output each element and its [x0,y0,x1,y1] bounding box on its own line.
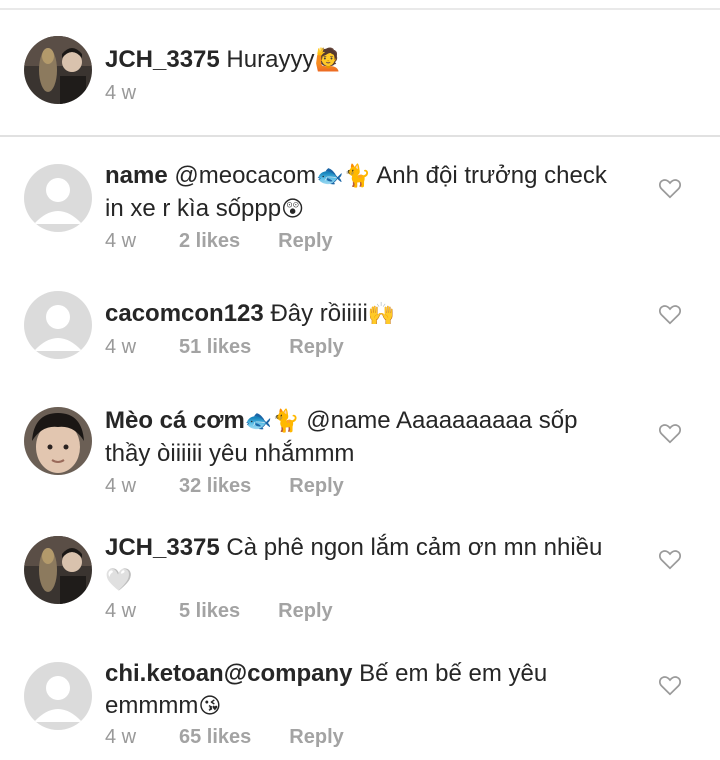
caption-username[interactable]: JCH_3375 [105,46,220,73]
comment-meta: 4 w 5 likes Reply [105,600,333,623]
reply-button[interactable]: Reply [289,726,343,749]
fish-cat-emoji: 🐟🐈 [244,409,300,434]
caption-message: Hurayyy [226,46,315,73]
comment-meta: 4 w 2 likes Reply [105,230,333,253]
reply-button[interactable]: Reply [289,475,343,498]
avatar[interactable] [24,536,92,604]
comment-username[interactable]: Mèo cá cơm [105,407,245,434]
heart-outline-icon[interactable] [657,546,683,572]
astonished-face-emoji: 😲 [281,197,305,222]
comment-meta: 4 w 32 likes Reply [105,475,344,498]
heart-outline-icon[interactable] [657,672,683,698]
reply-button[interactable]: Reply [278,230,332,253]
likes-count[interactable]: 51 likes [179,336,251,359]
likes-count[interactable]: 5 likes [179,600,240,623]
comment-username[interactable]: name [105,162,168,189]
comment-username[interactable]: cacomcon123 [105,300,264,327]
comment-meta: 4 w 51 likes Reply [105,336,344,359]
comment-text: JCH_3375 Cà phê ngon lắm cảm ơn mn nhiều… [105,532,625,597]
caption-divider [0,135,720,137]
comment-text: name @meocacom🐟🐈 Anh đội trưởng check in… [105,160,625,226]
heart-outline-icon[interactable] [657,175,683,201]
heart-outline-icon[interactable] [657,301,683,327]
fish-cat-emoji: 🐟🐈 [316,164,371,189]
comment-text: Mèo cá cơm🐟🐈 @name Aaaaaaaaaa sốp thầy ò… [105,405,625,470]
default-avatar-icon[interactable] [24,662,92,730]
comment-time: 4 w [105,336,137,358]
comment-text: cacomcon123 Đây rồiiiii🙌 [105,298,625,331]
raising-hands-emoji: 🙌 [367,302,396,327]
comment-time: 4 w [105,475,137,497]
comment-username[interactable]: JCH_3375 [105,534,220,561]
comment-time: 4 w [105,230,137,252]
comment-text: chi.ketoan@company Bế em bế em yêu emmmm… [105,658,625,723]
avatar[interactable] [24,407,92,475]
kissing-face-emoji: 😘 [198,694,222,719]
comment-message: Cà phê ngon lắm cảm ơn mn nhiều [226,534,603,561]
reply-button[interactable]: Reply [289,336,343,359]
reply-button[interactable]: Reply [278,600,332,623]
caption-meta: 4 w [105,82,179,105]
heart-outline-icon[interactable] [657,420,683,446]
default-avatar-icon[interactable] [24,291,92,359]
likes-count[interactable]: 65 likes [179,726,251,749]
top-divider [0,8,720,10]
caption-text: JCH_3375 Hurayyy🙋 [105,44,625,77]
caption-time: 4 w [105,82,137,104]
comment-message: Đây rồiiiii [270,300,368,327]
comment-time: 4 w [105,726,137,748]
comment-meta: 4 w 65 likes Reply [105,726,344,749]
likes-count[interactable]: 32 likes [179,475,251,498]
comment-time: 4 w [105,600,137,622]
avatar[interactable] [24,36,92,104]
white-heart-emoji: 🤍 [105,568,133,593]
raising-hand-emoji: 🙋 [314,48,342,73]
default-avatar-icon[interactable] [24,164,92,232]
comment-username[interactable]: chi.ketoan@company [105,660,352,687]
mention[interactable]: @meocacom [174,162,316,189]
likes-count[interactable]: 2 likes [179,230,240,253]
